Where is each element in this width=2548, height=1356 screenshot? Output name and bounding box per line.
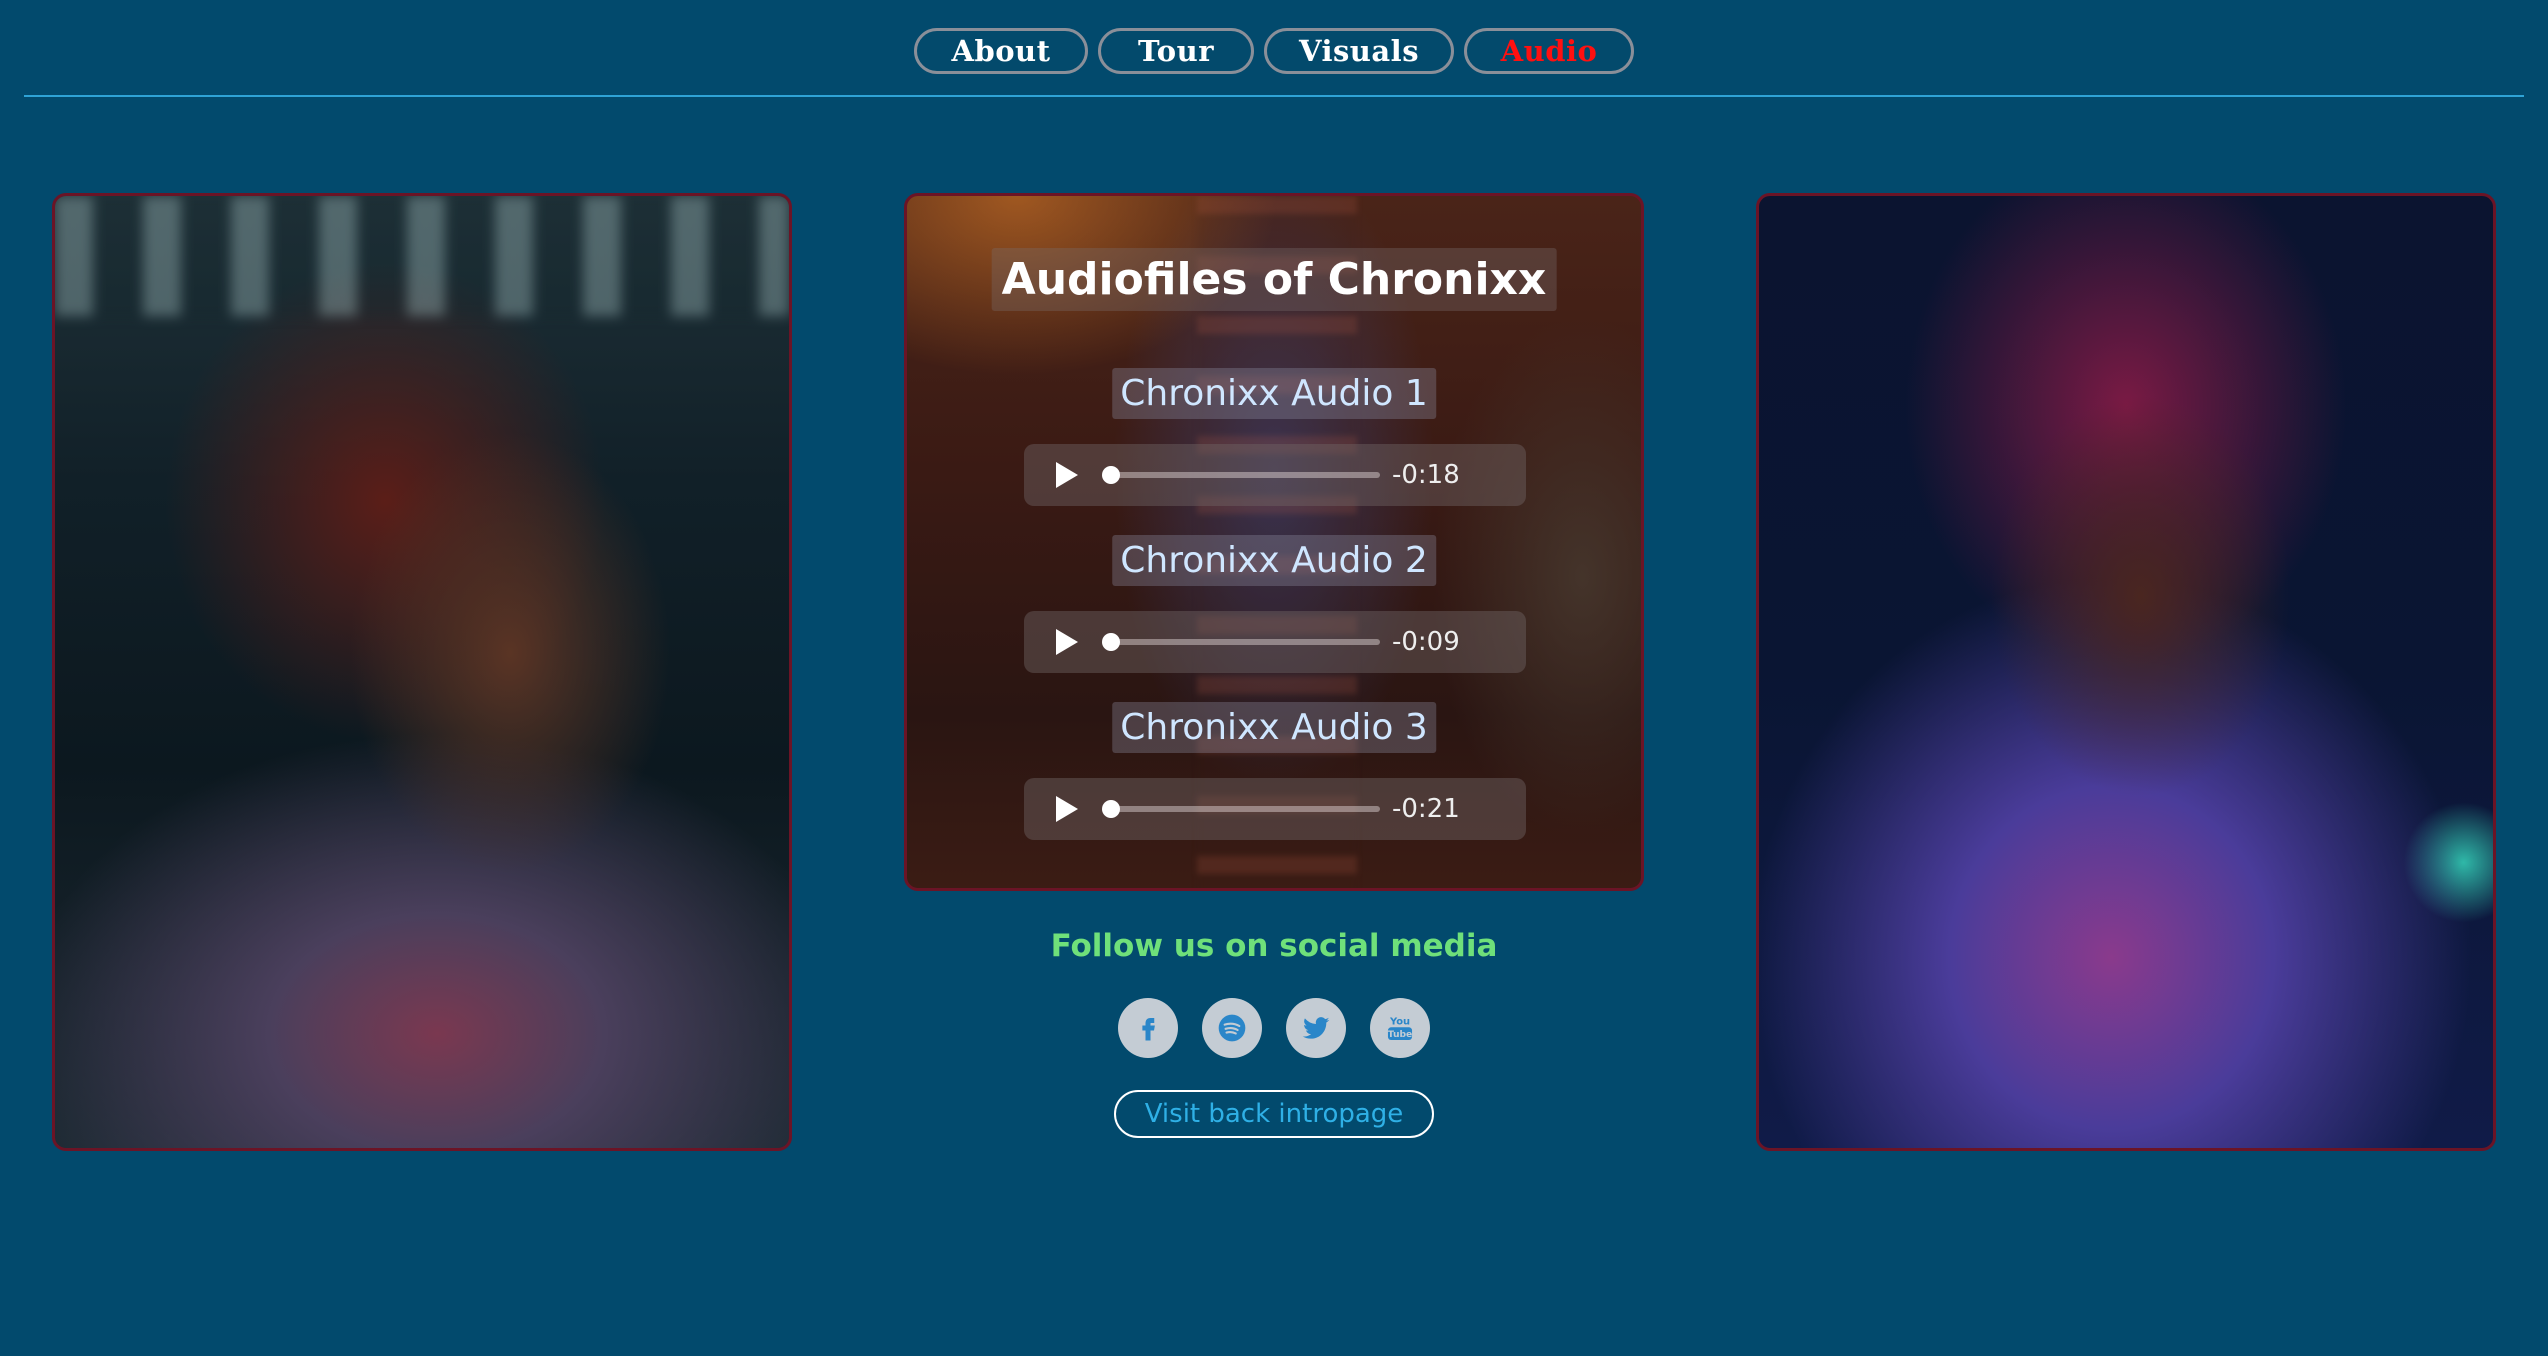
youtube-icon[interactable]: You Tube [1370, 998, 1430, 1058]
visit-intropage-button[interactable]: Visit back intropage [1114, 1090, 1434, 1138]
nav-divider [24, 95, 2524, 97]
track-label: Chronixx Audio 1 [1112, 368, 1436, 419]
audio-player-2[interactable]: -0:09 [1024, 611, 1526, 673]
nav-tour-button[interactable]: Tour [1098, 28, 1254, 74]
audio-seek-bar[interactable] [1102, 466, 1380, 484]
audio-seek-bar[interactable] [1102, 633, 1380, 651]
audio-time-remaining: -0:21 [1392, 794, 1460, 824]
social-links: You Tube [904, 998, 1644, 1058]
audio-time-remaining: -0:18 [1392, 460, 1460, 490]
svg-text:Tube: Tube [1388, 1029, 1413, 1040]
twitter-icon[interactable] [1286, 998, 1346, 1058]
main-nav: About Tour Visuals Audio [0, 28, 2548, 74]
play-icon[interactable] [1056, 462, 1078, 488]
facebook-icon[interactable] [1118, 998, 1178, 1058]
play-icon[interactable] [1056, 629, 1078, 655]
audio-player-1[interactable]: -0:18 [1024, 444, 1526, 506]
audio-player-3[interactable]: -0:21 [1024, 778, 1526, 840]
audio-card: Audiofiles of Chronixx Chronixx Audio 1 … [904, 193, 1644, 891]
artist-photo-left [52, 193, 792, 1151]
nav-audio-button[interactable]: Audio [1464, 28, 1634, 74]
nav-about-button[interactable]: About [914, 28, 1088, 74]
audio-card-title: Audiofiles of Chronixx [991, 248, 1557, 311]
play-icon[interactable] [1056, 796, 1078, 822]
social-heading: Follow us on social media [1050, 928, 1498, 964]
svg-text:You: You [1389, 1016, 1410, 1027]
track-label: Chronixx Audio 2 [1112, 535, 1436, 586]
nav-visuals-button[interactable]: Visuals [1264, 28, 1454, 74]
seek-knob[interactable] [1102, 633, 1120, 651]
audio-time-remaining: -0:09 [1392, 627, 1460, 657]
seek-knob[interactable] [1102, 800, 1120, 818]
audio-seek-bar[interactable] [1102, 800, 1380, 818]
spotify-icon[interactable] [1202, 998, 1262, 1058]
seek-knob[interactable] [1102, 466, 1120, 484]
track-label: Chronixx Audio 3 [1112, 702, 1436, 753]
artist-photo-right [1756, 193, 2496, 1151]
